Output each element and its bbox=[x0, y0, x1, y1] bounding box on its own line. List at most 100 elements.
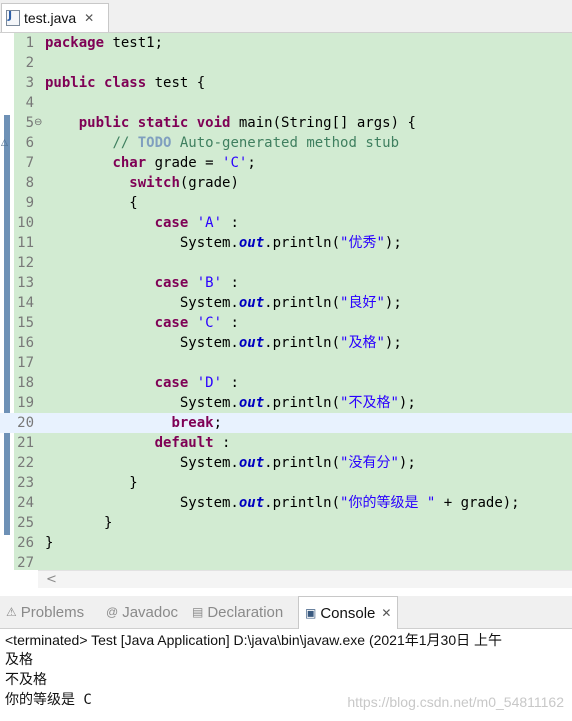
line-number: 2 bbox=[25, 55, 34, 71]
watermark: https://blog.csdn.net/m0_54811162 bbox=[347, 694, 564, 710]
code-line[interactable]: 3 public class test { bbox=[0, 73, 572, 93]
line-number: 4 bbox=[25, 95, 34, 111]
code-text: System.out.println("不及格"); bbox=[45, 395, 416, 411]
code-line[interactable]: 13 case 'B' : bbox=[0, 273, 572, 293]
code-line[interactable]: 18 case 'D' : bbox=[0, 373, 572, 393]
code-text: case 'A' : bbox=[154, 215, 239, 231]
tab-label: Javadoc bbox=[122, 603, 179, 621]
collapse-fold-icon[interactable]: ⊖ bbox=[34, 113, 42, 133]
line-number: 24 bbox=[17, 495, 34, 511]
line-number: 15 bbox=[17, 315, 34, 331]
tab-declaration[interactable]: ▤ Declaration bbox=[192, 596, 283, 628]
code-text: switch(grade) bbox=[129, 175, 239, 191]
code-text: break; bbox=[171, 415, 223, 431]
close-icon[interactable]: ✕ bbox=[381, 606, 391, 620]
line-number: 6 bbox=[25, 135, 34, 151]
code-line[interactable]: 7 char grade = 'C'; bbox=[0, 153, 572, 173]
code-line[interactable]: 26} bbox=[0, 533, 572, 553]
code-line[interactable]: 4 bbox=[0, 93, 572, 113]
code-line[interactable]: 2 bbox=[0, 53, 572, 73]
code-text: case 'B' : bbox=[154, 275, 239, 291]
horizontal-scrollbar[interactable]: < bbox=[38, 570, 572, 589]
code-line[interactable]: 20 break; bbox=[0, 413, 572, 433]
code-line[interactable]: 16 System.out.println("及格"); bbox=[0, 333, 572, 353]
code-text: System.out.println("优秀"); bbox=[45, 235, 402, 251]
code-text: System.out.println("你的等级是 " + grade); bbox=[45, 495, 520, 511]
code-line[interactable]: 25 } bbox=[0, 513, 572, 533]
code-line[interactable]: 17 bbox=[0, 353, 572, 373]
code-text: package test1; bbox=[45, 35, 164, 51]
line-number: 27 bbox=[17, 555, 34, 570]
console-icon: ▣ bbox=[305, 606, 317, 620]
line-number: 9 bbox=[25, 195, 34, 211]
console-line: 及格 bbox=[5, 652, 33, 668]
line-number: 26 bbox=[17, 535, 34, 551]
views-tab-bar: ⚠ Problems @ Javadoc ▤ Declaration ▣ Con… bbox=[0, 596, 572, 629]
code-line[interactable]: 24 System.out.println("你的等级是 " + grade); bbox=[0, 493, 572, 513]
line-number: 18 bbox=[17, 375, 34, 391]
code-text: default : bbox=[154, 435, 231, 451]
editor-tab-bar: J test.java ✕ bbox=[0, 0, 572, 33]
code-text: public static void main(String[] args) { bbox=[78, 115, 416, 131]
code-text: System.out.println("及格"); bbox=[45, 335, 402, 351]
code-text: } bbox=[45, 475, 138, 491]
code-line[interactable]: 6 △ // TODO Auto-generated method stub bbox=[0, 133, 572, 153]
code-text: public class test { bbox=[45, 75, 206, 91]
console-line: 不及格 bbox=[5, 672, 47, 688]
editor-tab-label: test.java bbox=[24, 10, 77, 26]
line-number: 22 bbox=[17, 455, 34, 471]
code-editor[interactable]: 1 package test1; 2 3 public class test {4 5 ⊖ … bbox=[0, 33, 572, 570]
line-number: 23 bbox=[17, 475, 34, 491]
line-number: 3 bbox=[25, 75, 34, 91]
console-line: 你的等级是 C bbox=[5, 692, 92, 708]
code-line[interactable]: 22 System.out.println("没有分"); bbox=[0, 453, 572, 473]
code-line[interactable]: 23 } bbox=[0, 473, 572, 493]
code-line[interactable]: 19 System.out.println("不及格"); bbox=[0, 393, 572, 413]
code-line[interactable]: 21 default : bbox=[0, 433, 572, 453]
javadoc-icon: @ bbox=[106, 605, 119, 619]
line-number: 12 bbox=[17, 255, 34, 271]
line-number: 16 bbox=[17, 335, 34, 351]
panel-separator bbox=[0, 588, 572, 596]
code-text: } bbox=[45, 515, 113, 531]
console-process-header: <terminated> Test [Java Application] D:\… bbox=[5, 632, 503, 648]
line-number: 8 bbox=[25, 175, 34, 191]
line-number: 19 bbox=[17, 395, 34, 411]
code-line[interactable]: 14 System.out.println("良好"); bbox=[0, 293, 572, 313]
scroll-left-icon[interactable]: < bbox=[46, 571, 57, 589]
problems-icon: ⚠ bbox=[6, 605, 17, 619]
console-output[interactable]: <terminated> Test [Java Application] D:\… bbox=[0, 629, 572, 721]
line-number: 14 bbox=[17, 295, 34, 311]
code-line[interactable]: 8 switch(grade) bbox=[0, 173, 572, 193]
java-file-icon: J bbox=[6, 9, 20, 26]
line-number: 11 bbox=[17, 235, 34, 251]
tab-problems[interactable]: ⚠ Problems bbox=[6, 596, 84, 628]
override-marker-icon: △ bbox=[1, 138, 8, 148]
line-number: 10 bbox=[17, 215, 34, 231]
line-number: 17 bbox=[17, 355, 34, 371]
code-line[interactable]: 9 { bbox=[0, 193, 572, 213]
line-number: 1 bbox=[25, 35, 34, 51]
code-line[interactable]: 5 ⊖ public static void main(String[] args… bbox=[0, 113, 572, 133]
line-number: 13 bbox=[17, 275, 34, 291]
code-line[interactable]: 15 case 'C' : bbox=[0, 313, 572, 333]
code-text: } bbox=[45, 535, 54, 551]
tab-javadoc[interactable]: @ Javadoc bbox=[106, 596, 178, 628]
code-line[interactable]: 1 package test1; bbox=[0, 33, 572, 53]
line-number: 25 bbox=[17, 515, 34, 531]
code-text: { bbox=[45, 195, 138, 211]
code-line[interactable]: 11 System.out.println("优秀"); bbox=[0, 233, 572, 253]
code-line[interactable]: 27 bbox=[0, 553, 572, 570]
code-text: System.out.println("良好"); bbox=[45, 295, 402, 311]
close-icon[interactable]: ✕ bbox=[84, 11, 94, 25]
tab-console[interactable]: ▣ Console ✕ bbox=[298, 596, 399, 629]
line-number: 20 bbox=[17, 415, 34, 431]
editor-tab-test-java[interactable]: J test.java ✕ bbox=[1, 3, 109, 32]
code-text: System.out.println("没有分"); bbox=[45, 455, 416, 471]
tab-label: Declaration bbox=[207, 603, 284, 621]
code-text: char grade = 'C'; bbox=[112, 155, 256, 171]
code-line[interactable]: 12 bbox=[0, 253, 572, 273]
code-line[interactable]: 10 case 'A' : bbox=[0, 213, 572, 233]
line-number: 21 bbox=[17, 435, 34, 451]
declaration-icon: ▤ bbox=[192, 605, 204, 619]
